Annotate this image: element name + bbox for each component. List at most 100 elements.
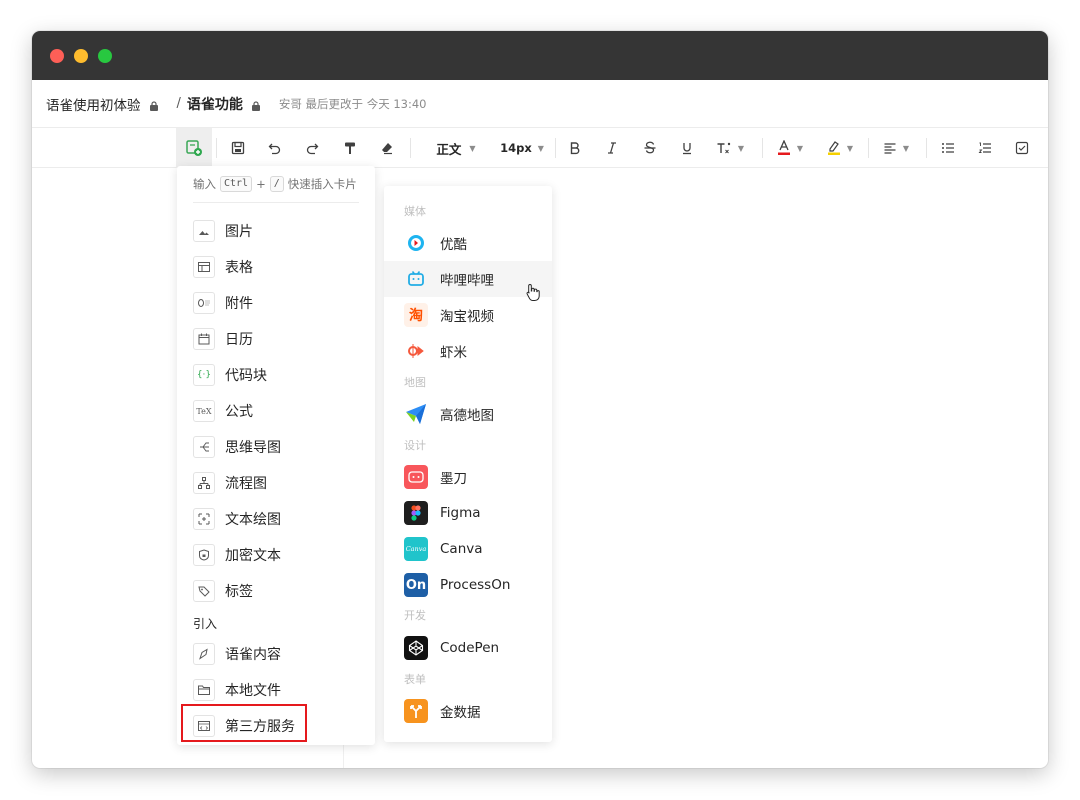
service-xiami[interactable]: 虾米	[384, 333, 552, 369]
underline-icon	[683, 143, 691, 155]
doc-header: 语雀使用初体验 / 语雀功能 安哥 最后更改于 今天 13:40	[32, 80, 1048, 128]
folder-icon	[193, 679, 215, 701]
insert-card-button[interactable]	[176, 128, 212, 168]
numbered-list-icon	[978, 142, 991, 153]
highlight-color-button[interactable]: ▼	[820, 128, 860, 168]
minimize-window-button[interactable]	[74, 49, 88, 63]
clear-format-button[interactable]	[375, 128, 399, 168]
service-figma[interactable]: Figma	[384, 495, 552, 531]
service-youku[interactable]: 优酷	[384, 225, 552, 261]
codepen-icon	[404, 636, 428, 660]
align-left-icon	[884, 143, 896, 154]
font-color-button[interactable]: ▼	[770, 128, 810, 168]
italic-button[interactable]	[600, 128, 624, 168]
insert-item-mindmap[interactable]: 思维导图	[193, 432, 363, 462]
insert-item-encrypted-text[interactable]: 加密文本	[193, 540, 363, 570]
task-list-button[interactable]	[1010, 128, 1034, 168]
hint-plus: +	[256, 177, 266, 191]
hand-cursor-icon	[526, 283, 540, 305]
insert-item-text-drawing[interactable]: 文本绘图	[193, 504, 363, 534]
chevron-down-icon: ▼	[796, 143, 804, 153]
insert-item-table[interactable]: 表格	[193, 252, 363, 282]
processon-icon: On	[404, 573, 428, 597]
insert-card-menu: 输入 Ctrl + / 快速插入卡片 图片 表格 附件 日历 {·} 代码块 T	[177, 166, 375, 745]
service-canva[interactable]: Canva Canva	[384, 531, 552, 567]
calendar-icon	[193, 328, 215, 350]
service-label: 墨刀	[440, 471, 467, 487]
breadcrumb-parent[interactable]: 语雀使用初体验	[46, 94, 141, 114]
import-section-label: 引入	[193, 617, 218, 631]
highlighter-icon	[827, 141, 840, 155]
strikethrough-button[interactable]	[638, 128, 662, 168]
font-size-select[interactable]: 14px ▼	[498, 128, 546, 168]
insert-item-attachment[interactable]: 附件	[193, 288, 363, 318]
insert-item-formula[interactable]: TeX 公式	[193, 396, 363, 426]
yuque-content-icon	[193, 643, 215, 665]
close-window-button[interactable]	[50, 49, 64, 63]
canva-icon: Canva	[404, 537, 428, 561]
insert-item-flowchart[interactable]: 流程图	[193, 468, 363, 498]
service-codepen[interactable]: CodePen	[384, 630, 552, 666]
align-button[interactable]: ▼	[876, 128, 916, 168]
font-size-label: 14px	[500, 141, 532, 155]
category-form: 表单	[404, 673, 426, 686]
insert-item-code-block[interactable]: {·} 代码块	[193, 360, 363, 390]
item-label: 加密文本	[225, 548, 281, 564]
text-options-button[interactable]: ▼	[710, 128, 750, 168]
maximize-window-button[interactable]	[98, 49, 112, 63]
code-block-icon: {·}	[193, 364, 215, 386]
service-jinshuju[interactable]: 金数据	[384, 693, 552, 729]
item-label: 标签	[225, 584, 253, 600]
format-painter-button[interactable]	[338, 128, 362, 168]
numbered-list-button[interactable]	[973, 128, 997, 168]
insert-card-icon	[186, 140, 202, 156]
undo-button[interactable]	[263, 128, 287, 168]
flowchart-icon	[193, 472, 215, 494]
checkbox-icon	[1015, 141, 1029, 155]
underline-button[interactable]	[675, 128, 699, 168]
taobao-icon: 淘	[404, 303, 428, 327]
service-label: ProcessOn	[440, 577, 511, 593]
slash-key: /	[269, 176, 284, 192]
hint-prefix: 输入	[193, 177, 216, 191]
insert-item-calendar[interactable]: 日历	[193, 324, 363, 354]
bullet-list-button[interactable]	[936, 128, 960, 168]
doc-title: 语雀功能	[186, 96, 243, 113]
app-window: 语雀使用初体验 / 语雀功能 安哥 最后更改于 今天 13:40 正文 ▼ 14…	[32, 31, 1048, 768]
formula-icon: TeX	[193, 400, 215, 422]
category-design: 设计	[404, 439, 426, 452]
attachment-icon	[193, 292, 215, 314]
font-color-icon	[777, 140, 790, 155]
insert-item-yuque-content[interactable]: 语雀内容	[193, 639, 363, 669]
figma-icon	[404, 501, 428, 525]
service-label: 哔哩哔哩	[440, 273, 494, 289]
lock-icon	[251, 100, 261, 111]
service-label: Canva	[440, 541, 483, 557]
paragraph-style-select[interactable]: 正文 ▼	[428, 128, 484, 168]
service-label: 金数据	[440, 705, 481, 721]
service-amap[interactable]: 高德地图	[384, 396, 552, 432]
modao-icon	[404, 465, 428, 489]
item-label: 本地文件	[225, 683, 281, 699]
bold-button[interactable]	[563, 128, 587, 168]
save-button[interactable]	[226, 128, 250, 168]
table-icon	[193, 256, 215, 278]
text-drawing-icon	[193, 508, 215, 530]
tag-icon	[193, 580, 215, 602]
redo-button[interactable]	[300, 128, 324, 168]
encrypted-text-icon	[193, 544, 215, 566]
bilibili-icon	[404, 267, 428, 291]
divider	[193, 202, 359, 203]
service-label: 淘宝视频	[440, 309, 494, 325]
insert-item-tag[interactable]: 标签	[193, 576, 363, 606]
chevron-down-icon: ▼	[537, 143, 544, 153]
strikethrough-icon	[644, 141, 656, 154]
category-map: 地图	[404, 376, 426, 389]
service-processon[interactable]: On ProcessOn	[384, 567, 552, 603]
insert-item-image[interactable]: 图片	[193, 216, 363, 246]
insert-item-local-file[interactable]: 本地文件	[193, 675, 363, 705]
service-modao[interactable]: 墨刀	[384, 459, 552, 495]
title-bar	[32, 31, 1048, 80]
save-icon	[231, 141, 245, 155]
item-label: 思维导图	[225, 440, 281, 456]
